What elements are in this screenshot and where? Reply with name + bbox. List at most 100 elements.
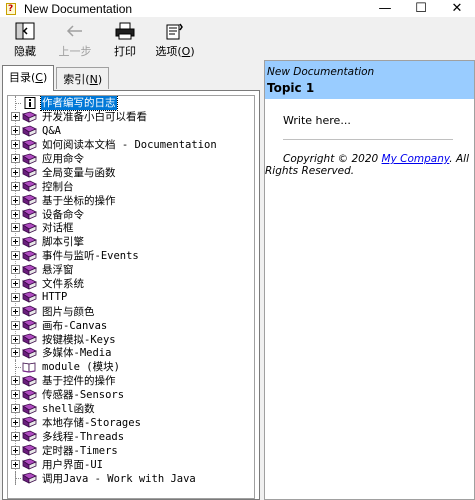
maximize-button[interactable]: ☐ (403, 0, 439, 17)
tree-item-label: Q&A (42, 124, 61, 137)
tree-item[interactable]: 对话框 (8, 221, 254, 235)
book-icon (22, 236, 37, 248)
tree-item[interactable]: 多媒体-Media (8, 346, 254, 360)
tree-item[interactable]: 图片与颜色 (8, 304, 254, 318)
topic-divider (283, 139, 453, 140)
tree-item[interactable]: Q&A (8, 124, 254, 138)
tree-item[interactable]: shell函数 (8, 402, 254, 416)
back-button[interactable]: 上一步 (50, 17, 100, 59)
tree-item[interactable]: 调用Java - Work with Java (8, 471, 254, 485)
tab-index[interactable]: 索引(N) (56, 67, 110, 89)
open-book-icon (22, 361, 37, 373)
tree-item[interactable]: 用户界面-UI (8, 457, 254, 471)
expand-plus-icon[interactable] (11, 265, 20, 275)
tree-item[interactable]: 画布-Canvas (8, 318, 254, 332)
tree-item[interactable]: 如何阅读本文档 - Documentation (8, 138, 254, 152)
tree-item[interactable]: 设备命令 (8, 207, 254, 221)
book-icon (22, 472, 37, 484)
expand-plus-icon[interactable] (11, 376, 20, 386)
tree-item[interactable]: HTTP (8, 290, 254, 304)
expand-plus-icon[interactable] (11, 320, 20, 330)
expand-plus-icon[interactable] (11, 126, 20, 136)
tree-item-label: 作者编写的日志 (40, 96, 118, 112)
tree-item-label: 如何阅读本文档 - Documentation (42, 139, 217, 152)
tree-item[interactable]: 事件与监听-Events (8, 249, 254, 263)
expand-plus-icon[interactable] (11, 251, 20, 261)
expand-plus-icon[interactable] (11, 306, 20, 316)
tree-item[interactable]: 全局变量与函数 (8, 165, 254, 179)
expand-plus-icon[interactable] (11, 334, 20, 344)
tree-item[interactable]: 应用命令 (8, 152, 254, 166)
print-button[interactable]: 打印 (100, 17, 150, 59)
topic-doc-name: New Documentation (267, 66, 375, 78)
contents-tree[interactable]: 作者编写的日志 开发准备小白可以看看 Q&A 如何阅读本文档 - Documentat… (7, 95, 255, 499)
expand-plus-icon[interactable] (11, 209, 20, 219)
tree-item-label: 控制台 (42, 180, 74, 193)
book-icon (22, 139, 37, 151)
tree-item[interactable]: 开发准备小白可以看看 (8, 110, 254, 124)
tree-item-label: 事件与监听-Events (42, 250, 139, 263)
options-button[interactable]: 选项(O) (150, 17, 200, 59)
expand-plus-icon[interactable] (11, 417, 20, 427)
book-icon (22, 264, 37, 276)
book-icon (22, 333, 37, 345)
expand-plus-icon[interactable] (11, 390, 20, 400)
expand-plus-icon[interactable] (11, 223, 20, 233)
expand-plus-icon[interactable] (11, 431, 20, 441)
book-icon (22, 208, 37, 220)
tree-item[interactable]: 脚本引擎 (8, 235, 254, 249)
tree-item-label: 本地存储-Storages (42, 416, 141, 429)
hide-button[interactable]: 隐藏 (0, 17, 50, 59)
tree-item[interactable]: 控制台 (8, 179, 254, 193)
tree-item[interactable]: 按键模拟-Keys (8, 332, 254, 346)
tree-item[interactable]: 定时器-Timers (8, 443, 254, 457)
expand-plus-icon[interactable] (11, 167, 20, 177)
tree-item-label: 基于坐标的操作 (42, 194, 116, 207)
expand-plus-icon[interactable] (11, 292, 20, 302)
tree-item-label: 设备命令 (42, 208, 84, 221)
tree-item-label: module (模块) (42, 361, 120, 374)
topic-pane: New Documentation Topic 1 Write here... … (264, 60, 475, 500)
tree-item[interactable]: 悬浮窗 (8, 263, 254, 277)
minimize-button[interactable]: — (367, 0, 403, 17)
book-icon (22, 166, 37, 179)
book-icon (22, 347, 37, 359)
expand-plus-icon[interactable] (11, 112, 20, 122)
topic-body-text: Write here... (283, 114, 351, 127)
book-icon (22, 305, 37, 317)
back-arrow-icon (64, 21, 86, 41)
topic-title: Topic 1 (267, 81, 315, 95)
book-icon (22, 153, 37, 165)
tab-contents[interactable]: 目录(C) (2, 65, 55, 91)
tree-item[interactable]: 传感器-Sensors (8, 388, 254, 402)
expand-plus-icon[interactable] (11, 181, 20, 191)
book-icon (22, 180, 37, 192)
expand-plus-icon[interactable] (11, 348, 20, 358)
expand-plus-icon[interactable] (11, 140, 20, 150)
expand-plus-icon[interactable] (11, 237, 20, 247)
expand-plus-icon[interactable] (11, 445, 20, 455)
expand-plus-icon[interactable] (11, 404, 20, 414)
close-button[interactable]: ✕ (439, 0, 475, 17)
expand-plus-icon[interactable] (11, 459, 20, 469)
tree-item[interactable]: 基于坐标的操作 (8, 193, 254, 207)
tree-item-label: 多媒体-Media (42, 347, 112, 360)
tree-item[interactable]: module (模块) (8, 359, 254, 374)
tree-item[interactable]: 基于控件的操作 (8, 374, 254, 388)
company-link[interactable]: My Company (382, 153, 450, 165)
book-icon (22, 250, 37, 262)
tree-item[interactable]: 本地存储-Storages (8, 415, 254, 429)
tree-item[interactable]: 作者编写的日志 (8, 96, 254, 112)
options-label: 选项(O) (155, 45, 195, 58)
expand-plus-icon[interactable] (11, 279, 20, 289)
expand-plus-icon[interactable] (11, 154, 20, 163)
expand-plus-icon[interactable] (11, 195, 20, 205)
title-bar: ? New Documentation — ☐ ✕ (0, 0, 475, 17)
tree-item[interactable]: 文件系统 (8, 277, 254, 291)
tree-item[interactable]: 多线程-Threads (8, 429, 254, 443)
tree-connector (11, 471, 21, 485)
book-icon (22, 194, 37, 206)
tree-item-label: 调用Java - Work with Java (42, 472, 196, 485)
book-icon (22, 403, 37, 415)
tree-item-label: 按键模拟-Keys (42, 333, 116, 346)
